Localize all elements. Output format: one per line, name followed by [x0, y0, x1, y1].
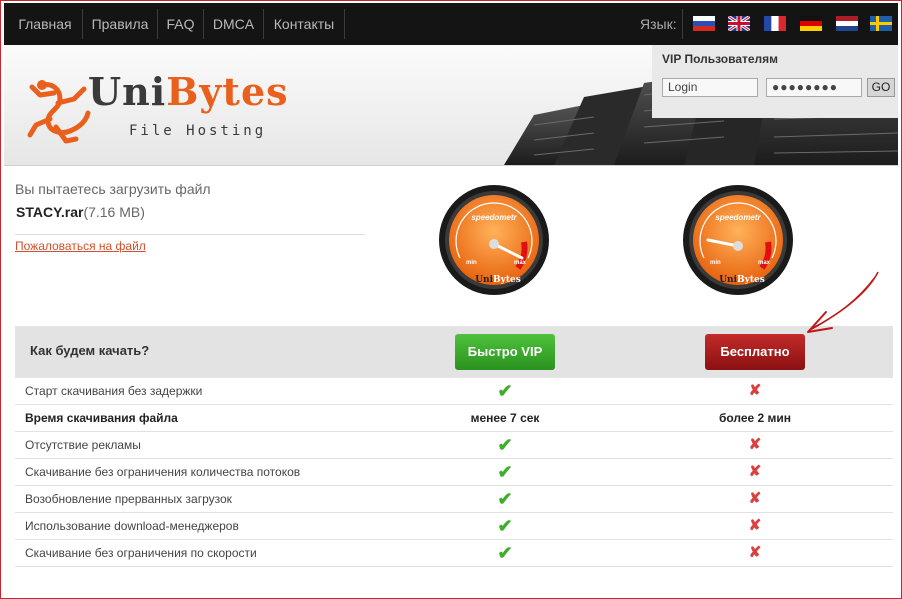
- swedish-flag-icon[interactable]: [870, 16, 892, 31]
- feature-label: Возобновление прерванных загрузок: [25, 492, 232, 506]
- table-row: Старт скачивания без задержки ✔ ✘: [15, 378, 893, 405]
- nav-item-faq[interactable]: FAQ: [158, 3, 203, 45]
- feature-label: Использование download-менеджеров: [25, 519, 239, 533]
- speedometer-fast-icon: speedometr min max UniBytes: [439, 185, 549, 295]
- check-icon: ✔: [497, 516, 513, 536]
- gauge-max: max: [758, 260, 771, 266]
- cross-icon: ✘: [748, 382, 762, 399]
- feature-label: Скачивание без ограничения количества по…: [25, 465, 301, 479]
- feature-label: Отсутствие рекламы: [25, 438, 141, 452]
- gauge-min: min: [710, 260, 721, 266]
- check-icon: ✔: [497, 435, 513, 455]
- check-icon: ✔: [497, 543, 513, 563]
- download-question: Как будем качать?: [30, 343, 150, 358]
- download-options-header: Как будем качать? Быстро VIP Бесплатно: [15, 326, 893, 378]
- vip-title: VIP Пользователям: [662, 52, 779, 66]
- red-arrow-annotation: [807, 271, 879, 333]
- table-row: Скачивание без ограничения количества по…: [15, 459, 893, 486]
- russian-flag-icon[interactable]: [693, 16, 715, 31]
- dutch-flag-icon[interactable]: [836, 16, 858, 31]
- vip-login-panel: VIP Пользователям Login ●●●●●●●● GO: [652, 45, 898, 118]
- gecko-logo-icon[interactable]: [26, 75, 94, 145]
- top-navigation: Главная Правила FAQ DMCA Контакты Язык:: [4, 3, 898, 45]
- check-icon: ✔: [497, 462, 513, 482]
- feature-label: Скачивание без ограничения по скорости: [25, 546, 257, 560]
- cross-icon: ✘: [748, 517, 762, 534]
- nav-item-contacts[interactable]: Контакты: [264, 3, 344, 45]
- speedometer-slow-icon: speedometr min max UniBytes: [683, 185, 793, 295]
- password-input[interactable]: ●●●●●●●●: [766, 78, 862, 97]
- free-download-button[interactable]: Бесплатно: [705, 334, 805, 370]
- nav-item-home[interactable]: Главная: [8, 3, 82, 45]
- free-download-time: более 2 мин: [718, 411, 792, 425]
- table-row: Возобновление прерванных загрузок ✔ ✘: [15, 486, 893, 513]
- nav-separator: [682, 9, 683, 39]
- feature-label: Старт скачивания без задержки: [25, 384, 203, 398]
- cross-icon: ✘: [748, 544, 762, 561]
- vip-download-button[interactable]: Быстро VIP: [455, 334, 555, 370]
- nav-item-rules[interactable]: Правила: [83, 3, 157, 45]
- gauge-label: speedometr: [715, 213, 761, 222]
- gauge-label: speedometr: [471, 213, 517, 222]
- uk-flag-icon[interactable]: [728, 16, 750, 31]
- language-label: Язык:: [640, 16, 677, 32]
- check-icon: ✔: [497, 489, 513, 509]
- file-prompt: Вы пытаетесь загрузить файл: [15, 181, 211, 197]
- login-input[interactable]: Login: [662, 78, 758, 97]
- feature-label: Время скачивания файла: [25, 411, 178, 425]
- gauge-max: max: [514, 260, 527, 266]
- cross-icon: ✘: [748, 436, 762, 453]
- vip-download-time: менее 7 сек: [470, 411, 540, 425]
- logo-subtitle: File Hosting: [129, 123, 267, 139]
- table-row: Отсутствие рекламы ✔ ✘: [15, 432, 893, 459]
- french-flag-icon[interactable]: [764, 16, 786, 31]
- svg-text:UniBytes: UniBytes: [475, 275, 521, 285]
- cross-icon: ✘: [748, 490, 762, 507]
- logo-wordmark[interactable]: UniBytes: [88, 69, 289, 114]
- login-go-button[interactable]: GO: [867, 78, 895, 97]
- gauge-min: min: [466, 260, 477, 266]
- table-row: Время скачивания файла менее 7 сек более 2…: [15, 405, 893, 432]
- check-icon: ✔: [497, 381, 513, 401]
- report-file-link[interactable]: Пожаловаться на файл: [15, 239, 146, 253]
- german-flag-icon[interactable]: [800, 16, 822, 31]
- svg-text:UniBytes: UniBytes: [719, 275, 765, 285]
- file-name: STACY.rar(7.16 MB): [16, 204, 145, 220]
- nav-item-dmca[interactable]: DMCA: [204, 3, 263, 45]
- table-row: Скачивание без ограничения по скорости ✔ ✘: [15, 540, 893, 567]
- cross-icon: ✘: [748, 463, 762, 480]
- nav-separator: [344, 9, 345, 39]
- divider: [15, 234, 365, 235]
- table-row: Использование download-менеджеров ✔ ✘: [15, 513, 893, 540]
